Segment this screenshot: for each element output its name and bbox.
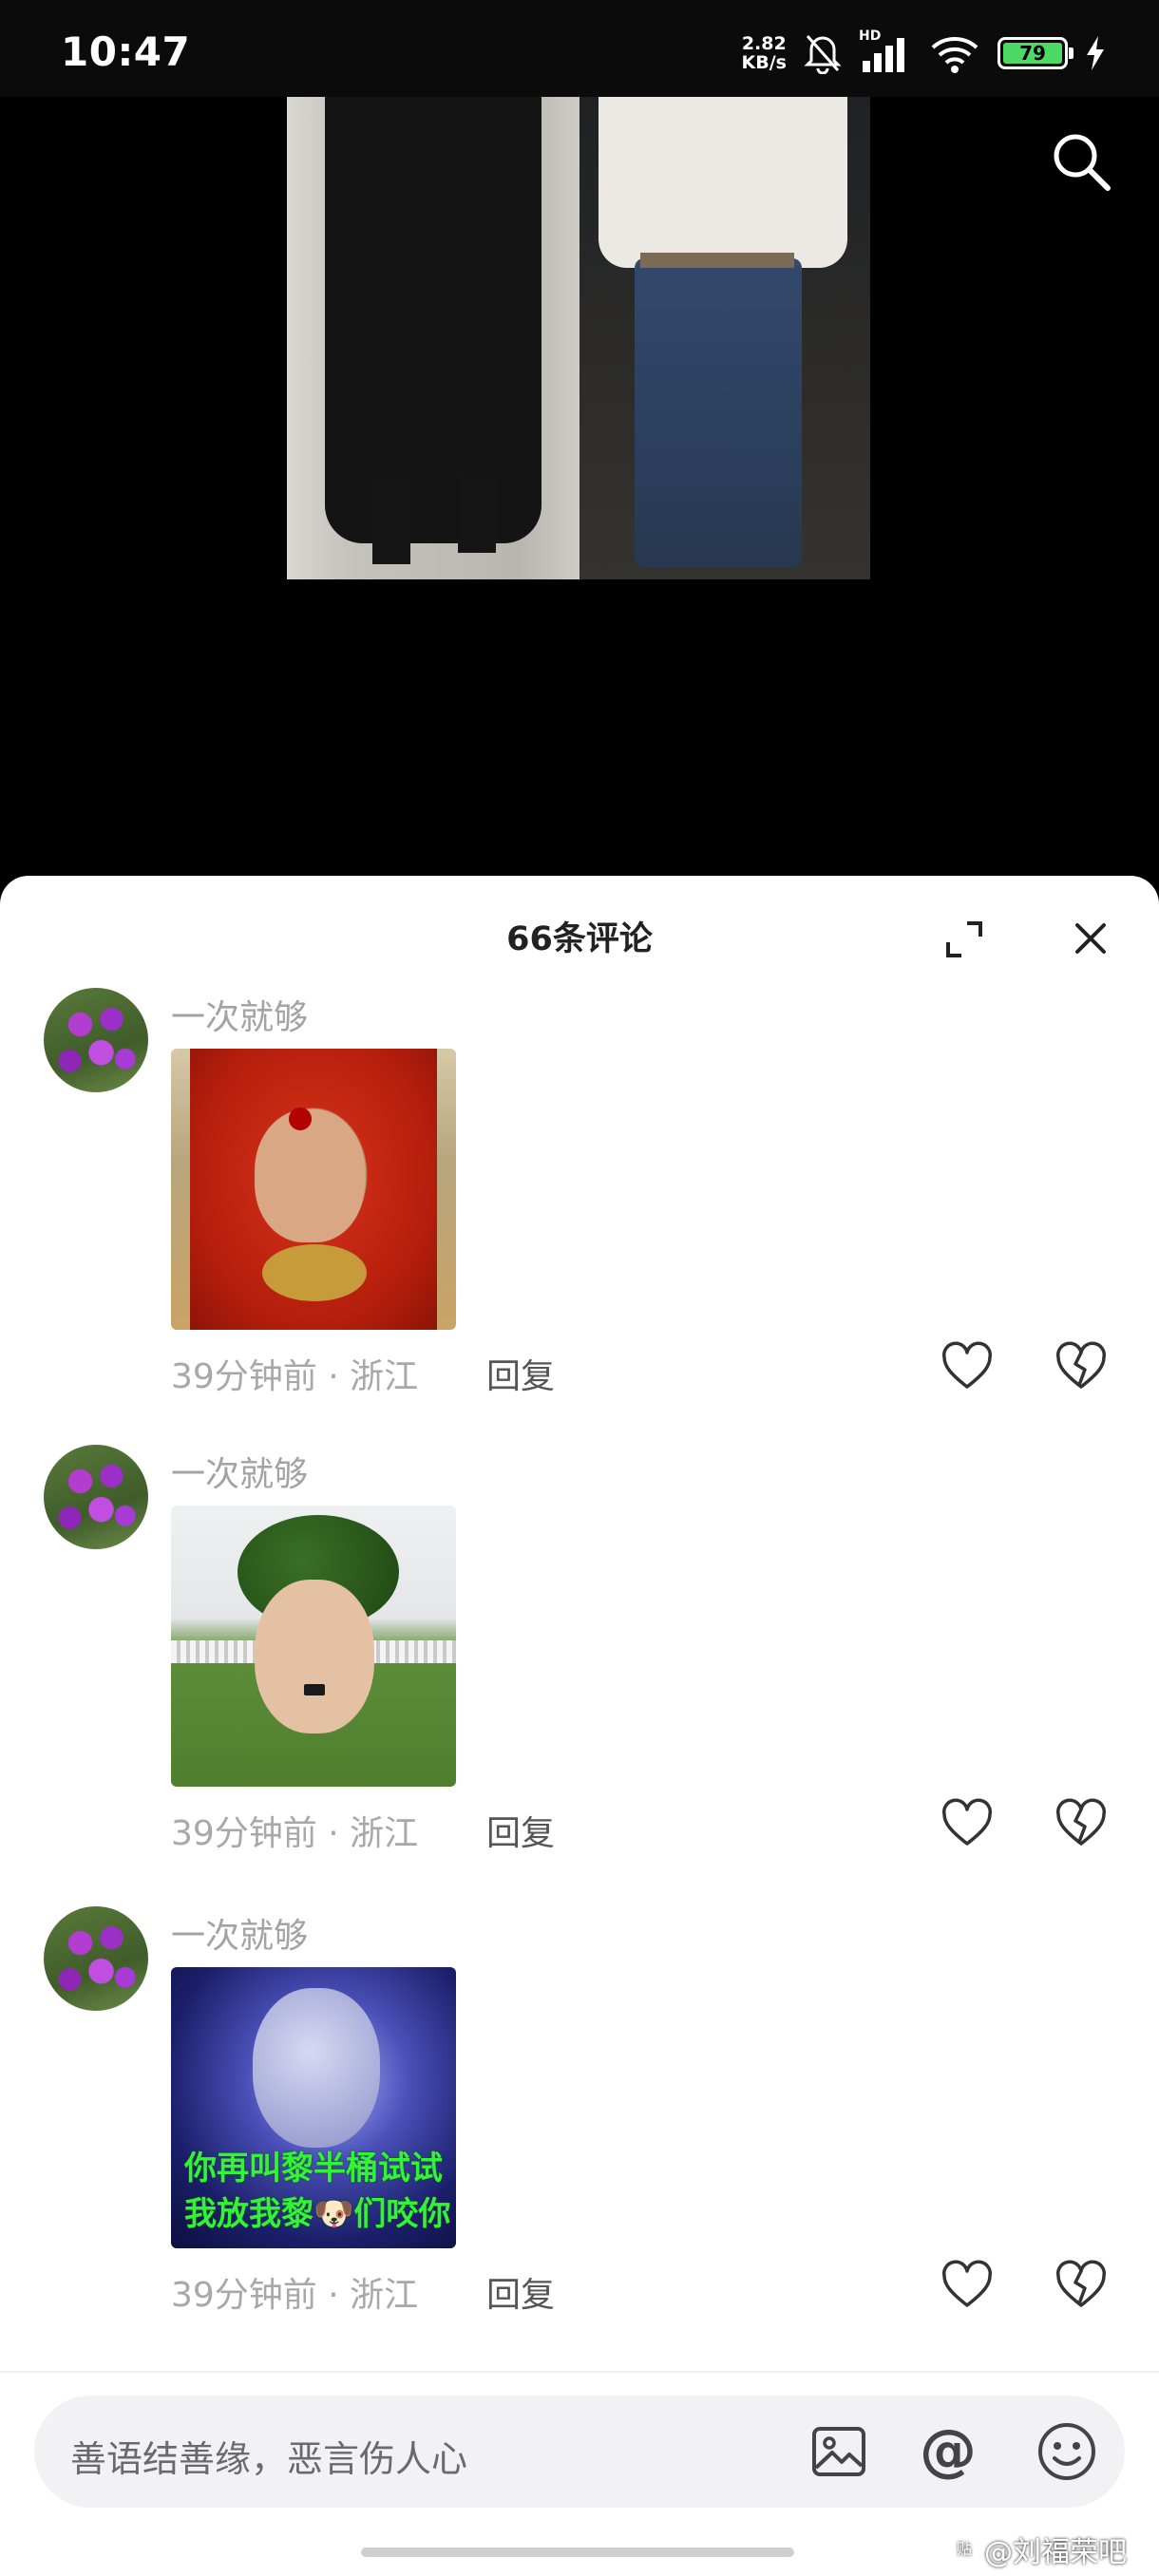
status-bar: 10:47 2.82 KB/s HD 79 bbox=[0, 0, 1159, 97]
comment-image[interactable]: 你再叫黎半桶试试 我放我黎🐶们咬你 bbox=[171, 1967, 456, 2248]
broken-heart-icon[interactable] bbox=[1054, 1798, 1108, 1851]
hd-label: HD bbox=[859, 28, 882, 44]
comment-input[interactable]: 善语结善缘，恶言伤人心 @ bbox=[34, 2396, 1125, 2508]
home-indicator[interactable] bbox=[361, 2548, 794, 2557]
comment-image[interactable] bbox=[171, 1049, 456, 1330]
network-speed: 2.82 KB/s bbox=[742, 34, 787, 72]
comment-username[interactable]: 一次就够 bbox=[171, 990, 308, 1039]
comment-input-placeholder[interactable]: 善语结善缘，恶言伤人心 bbox=[70, 2430, 467, 2482]
jeans-figure bbox=[635, 258, 802, 568]
heart-icon[interactable] bbox=[940, 1341, 994, 1394]
reply-button[interactable]: 回复 bbox=[486, 2267, 555, 2317]
charging-bolt-icon bbox=[1087, 36, 1104, 70]
belt-figure bbox=[640, 253, 794, 268]
post-image[interactable] bbox=[287, 97, 870, 579]
emoji-icon[interactable] bbox=[1036, 2420, 1098, 2483]
watermark: 贴 @刘福荣吧 bbox=[950, 2529, 1127, 2570]
heart-icon[interactable] bbox=[940, 2260, 994, 2313]
input-divider bbox=[0, 2371, 1159, 2373]
broken-heart-icon[interactable] bbox=[1054, 2260, 1108, 2313]
bindi-shape bbox=[289, 1108, 312, 1130]
face-shape bbox=[255, 1109, 365, 1242]
status-icons: 2.82 KB/s HD 79 bbox=[742, 27, 1106, 80]
avatar[interactable] bbox=[44, 1445, 148, 1549]
white-shirt-figure bbox=[598, 97, 847, 268]
network-speed-unit: KB/s bbox=[741, 52, 787, 73]
media-viewer[interactable] bbox=[0, 97, 1159, 885]
status-time: 10:47 bbox=[61, 28, 191, 75]
network-speed-value: 2.82 bbox=[741, 33, 787, 54]
post-image-left-outfit bbox=[287, 97, 580, 579]
comments-sheet: 66条评论 一次就够 39分钟前 · 浙江 回复 一次就够 39分钟前 · 浙江… bbox=[0, 876, 1159, 2576]
comment-item: 一次就够 39分钟前 · 浙江 回复 bbox=[0, 1409, 1159, 1865]
comment-item: 一次就够 你再叫黎半桶试试 我放我黎🐶们咬你 39分钟前 · 浙江 回复 bbox=[0, 1870, 1159, 2326]
signal-indicator: HD bbox=[859, 28, 912, 74]
heart-icon[interactable] bbox=[940, 1798, 994, 1851]
comment-username[interactable]: 一次就够 bbox=[171, 1908, 308, 1958]
image-caption-line1: 你再叫黎半桶试试 bbox=[184, 2150, 443, 2188]
avatar[interactable] bbox=[44, 1906, 148, 2011]
bell-muted-icon bbox=[804, 35, 842, 74]
face-shape bbox=[255, 1580, 374, 1733]
black-coat-figure bbox=[325, 97, 542, 543]
image-icon[interactable] bbox=[809, 2422, 868, 2481]
figure-leg bbox=[372, 477, 410, 564]
post-image-right-outfit bbox=[580, 97, 870, 579]
broken-heart-icon[interactable] bbox=[1054, 1341, 1108, 1394]
mention-button[interactable]: @ bbox=[916, 2418, 980, 2483]
wifi-icon bbox=[931, 37, 978, 73]
comment-meta: 39分钟前 · 浙江 bbox=[171, 1357, 419, 1396]
reply-button[interactable]: 回复 bbox=[486, 1349, 555, 1398]
comment-image[interactable] bbox=[171, 1506, 456, 1787]
watermark-text: @刘福荣吧 bbox=[984, 2536, 1127, 2569]
watermark-badge: 贴 bbox=[950, 2535, 978, 2564]
comment-meta: 39分钟前 · 浙江 bbox=[171, 2276, 419, 2315]
jewelry-shape bbox=[262, 1244, 367, 1301]
image-caption-line2: 我放我黎🐶们咬你 bbox=[184, 2195, 451, 2233]
mustache-shape bbox=[304, 1684, 325, 1695]
comment-item: 一次就够 39分钟前 · 浙江 回复 bbox=[0, 952, 1159, 1408]
search-icon[interactable] bbox=[1049, 129, 1113, 194]
battery-level: 79 bbox=[1003, 42, 1062, 65]
glowing-face-shape bbox=[253, 1988, 380, 2148]
avatar[interactable] bbox=[44, 988, 148, 1092]
figure-leg bbox=[458, 477, 496, 553]
comment-meta: 39分钟前 · 浙江 bbox=[171, 1814, 419, 1853]
comment-username[interactable]: 一次就够 bbox=[171, 1447, 308, 1496]
reply-button[interactable]: 回复 bbox=[486, 1806, 555, 1855]
battery-indicator: 79 bbox=[998, 37, 1074, 69]
